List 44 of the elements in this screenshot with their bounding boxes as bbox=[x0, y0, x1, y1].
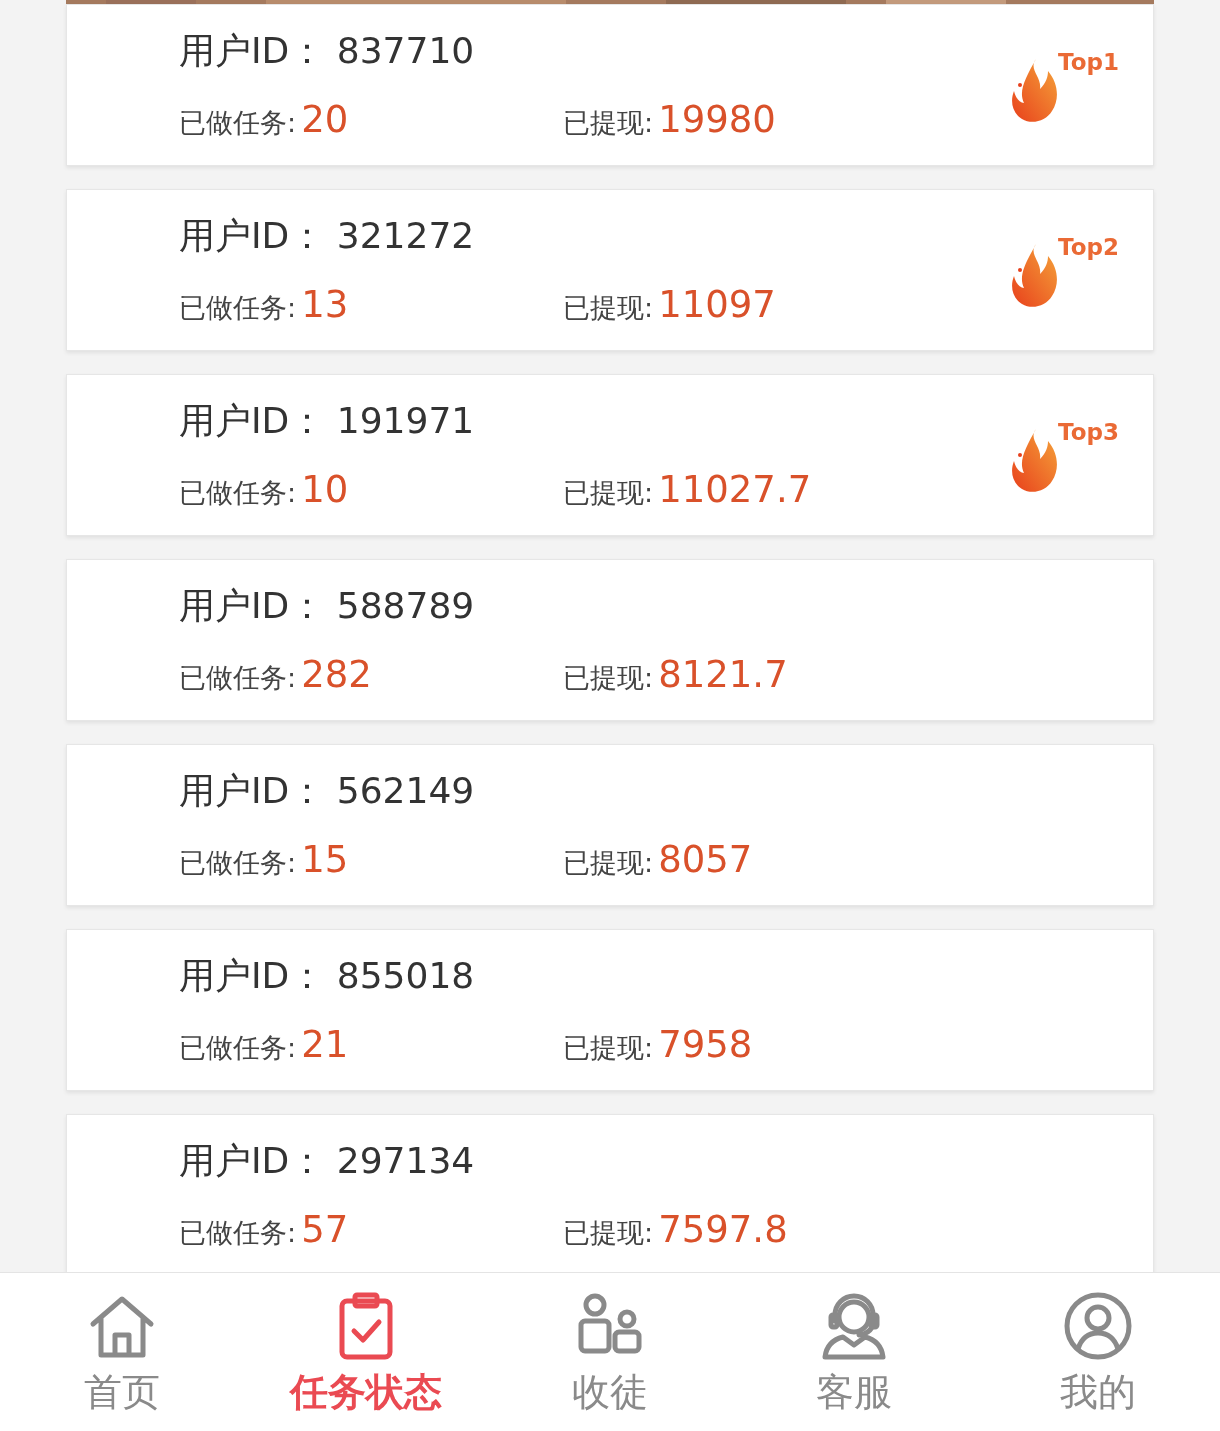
tasks-label: 已做任务: bbox=[179, 476, 297, 510]
profile-icon bbox=[1063, 1291, 1133, 1361]
withdrawn-label: 已提现: bbox=[563, 846, 654, 880]
tasks-value: 57 bbox=[301, 1208, 349, 1251]
tasks-value: 21 bbox=[301, 1023, 349, 1066]
withdrawn-label: 已提现: bbox=[563, 291, 654, 325]
withdrawn-label: 已提现: bbox=[563, 661, 654, 695]
user-id: 用户ID： 855018 bbox=[179, 954, 475, 998]
withdrawn-label: 已提现: bbox=[563, 476, 654, 510]
tasks-label: 已做任务: bbox=[179, 661, 297, 695]
withdrawn-label: 已提现: bbox=[563, 106, 654, 140]
user-id: 用户ID： 562149 bbox=[179, 769, 475, 813]
rank-label: Top3 bbox=[1058, 419, 1119, 445]
tasks-value: 15 bbox=[301, 838, 349, 881]
tasks-label: 已做任务: bbox=[179, 1216, 297, 1250]
user-id: 用户ID： 297134 bbox=[179, 1139, 475, 1183]
rank-label: Top2 bbox=[1058, 234, 1119, 260]
rank-label: Top1 bbox=[1058, 49, 1119, 75]
tasks-value: 282 bbox=[301, 653, 372, 696]
withdrawn-value: 11027.7 bbox=[658, 468, 812, 511]
user-id: 用户ID： 588789 bbox=[179, 584, 475, 628]
tab-bar-item[interactable]: 收徒 bbox=[488, 1273, 732, 1431]
tab-bar-item[interactable]: 我的 bbox=[976, 1273, 1220, 1431]
tasks-label: 已做任务: bbox=[179, 106, 297, 140]
tasks-value: 10 bbox=[301, 468, 349, 511]
tasks-value: 13 bbox=[301, 283, 349, 326]
tasks-label: 已做任务: bbox=[179, 291, 297, 325]
withdrawn-value: 8121.7 bbox=[658, 653, 788, 696]
user-id: 用户ID： 191971 bbox=[179, 399, 475, 443]
withdrawn-label: 已提现: bbox=[563, 1031, 654, 1065]
withdrawn-value: 11097 bbox=[658, 283, 776, 326]
withdrawn-value: 8057 bbox=[658, 838, 753, 881]
tasks-value: 20 bbox=[301, 98, 349, 141]
tab-bar-item[interactable]: 首页 bbox=[0, 1273, 244, 1431]
user-id: 用户ID： 321272 bbox=[179, 214, 475, 258]
tab-bar-item[interactable]: 任务状态 bbox=[244, 1273, 488, 1431]
tasks-label: 已做任务: bbox=[179, 846, 297, 880]
tab-bar-item[interactable]: 客服 bbox=[732, 1273, 976, 1431]
withdrawn-value: 19980 bbox=[658, 98, 776, 141]
withdrawn-value: 7597.8 bbox=[658, 1208, 788, 1251]
tasks-label: 已做任务: bbox=[179, 1031, 297, 1065]
user-id: 用户ID： 837710 bbox=[179, 29, 475, 73]
withdrawn-label: 已提现: bbox=[563, 1216, 654, 1250]
withdrawn-value: 7958 bbox=[658, 1023, 753, 1066]
